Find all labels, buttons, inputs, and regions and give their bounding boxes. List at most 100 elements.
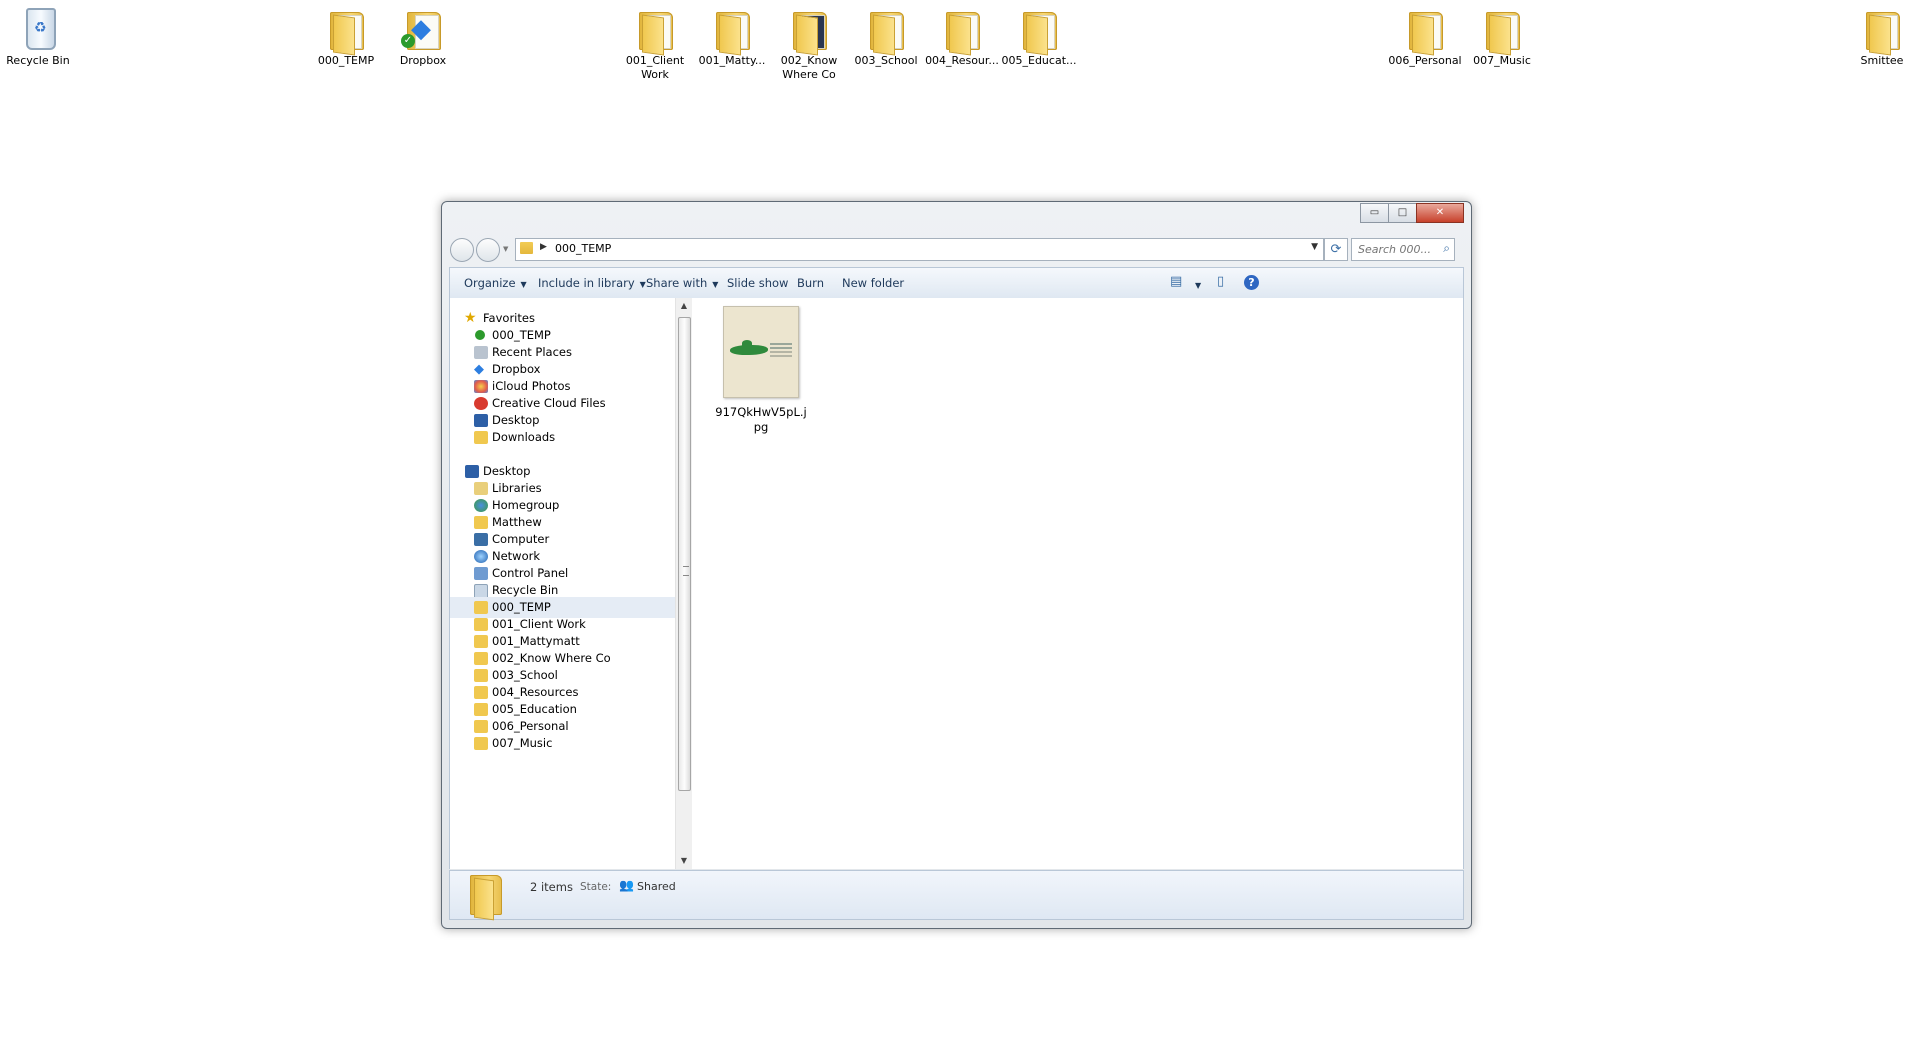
- scrollbar-thumb[interactable]: [678, 317, 691, 791]
- file-list[interactable]: 917QkHwV5pL.jpg: [692, 298, 1463, 869]
- forward-button[interactable]: [476, 238, 500, 262]
- navigation-pane: ★ Favorites 000_TEMP Recent Places ◆ Dro…: [450, 298, 675, 869]
- desktop-icon-label: 006_Personal: [1388, 54, 1462, 67]
- desktop-icon-label: 000_TEMP: [317, 54, 375, 67]
- desktop-icon-label: Smittee: [1860, 54, 1904, 67]
- address-bar[interactable]: ▶ 000_TEMP ▼: [515, 238, 1324, 261]
- creative-cloud-icon: [474, 397, 488, 410]
- folder-icon: [1023, 12, 1057, 56]
- desktop-icon-001-client-work[interactable]: 001_Client Work: [617, 6, 693, 82]
- sync-check-icon: ✓: [401, 34, 415, 48]
- new-folder-button[interactable]: New folder: [842, 276, 904, 290]
- desktop-icon-smittee[interactable]: Smittee: [1844, 6, 1920, 68]
- folder-icon: [716, 12, 750, 56]
- downloads-folder-icon: [474, 431, 488, 444]
- preview-pane-icon[interactable]: ▯: [1217, 274, 1224, 289]
- folder-icon: [1486, 12, 1520, 56]
- organize-menu[interactable]: Organize ▼: [464, 276, 527, 290]
- folder-icon: [474, 703, 488, 716]
- state-value: Shared: [637, 880, 676, 893]
- chevron-down-icon: ▼: [1195, 281, 1202, 290]
- slide-show-button[interactable]: Slide show: [727, 276, 788, 290]
- folder-icon: [474, 686, 488, 699]
- maximize-button[interactable]: □: [1388, 203, 1417, 223]
- desktop-icon-004-resources[interactable]: 004_Resour...: [924, 6, 1000, 68]
- desktop-icon-label: Recycle Bin: [6, 54, 70, 67]
- search-input[interactable]: [1356, 240, 1434, 259]
- grip-icon: [683, 566, 689, 576]
- address-history-dropdown-icon[interactable]: ▼: [1311, 242, 1318, 252]
- desktop-icon-recycle-bin[interactable]: Recycle Bin: [0, 6, 76, 68]
- search-icon[interactable]: ⌕: [1443, 241, 1450, 256]
- folder-icon: [474, 720, 488, 733]
- user-folder-icon: [474, 516, 488, 529]
- file-item[interactable]: 917QkHwV5pL.jpg: [713, 306, 809, 435]
- state-label: State:: [580, 881, 612, 893]
- recycle-bin-icon: [26, 8, 56, 50]
- homegroup-icon: [474, 499, 488, 512]
- command-bar: Organize ▼ Include in library ▼ Share with…: [449, 267, 1464, 299]
- organize-label: Organize: [464, 276, 516, 290]
- folder-icon: [330, 12, 364, 56]
- desktop-icon-label: 003_School: [854, 54, 918, 67]
- details-pane: 2 items State: 👥 Shared: [449, 870, 1464, 921]
- nav-label: Downloads: [492, 430, 556, 444]
- scroll-up-arrow-icon[interactable]: ▲: [676, 298, 692, 314]
- icloud-photos-icon: [474, 380, 488, 393]
- explorer-window: ▭ □ ✕ ▼ ▶ 000_TEMP ▼ ⟳ ⌕ Organize ▼ Inclu…: [441, 201, 1472, 929]
- desktop-icon-label: Dropbox: [399, 54, 447, 67]
- desktop-icon-005-education[interactable]: 005_Educat...: [1001, 6, 1077, 68]
- folder-icon: [474, 601, 488, 614]
- sync-check-icon: [475, 330, 485, 340]
- thumbnail-text-lines: [770, 343, 792, 345]
- chevron-down-icon: ▼: [712, 280, 719, 289]
- help-icon[interactable]: ?: [1244, 275, 1259, 290]
- burn-button[interactable]: Burn: [797, 276, 824, 290]
- share-with-menu[interactable]: Share with ▼: [646, 276, 718, 290]
- folder-icon: [870, 12, 904, 56]
- change-view-icon[interactable]: ▤: [1170, 274, 1182, 289]
- desktop-icon-001-mattymatt[interactable]: 001_Matty...: [694, 6, 770, 68]
- close-button[interactable]: ✕: [1416, 203, 1464, 223]
- breadcrumb-chevron-icon[interactable]: ▶: [540, 242, 547, 252]
- chevron-down-icon: ▼: [520, 280, 527, 289]
- folder-icon: [474, 635, 488, 648]
- desktop-icon-006-personal[interactable]: 006_Personal: [1387, 6, 1463, 68]
- computer-icon: [474, 533, 488, 546]
- refresh-button[interactable]: ⟳: [1324, 238, 1348, 261]
- minimize-button[interactable]: ▭: [1360, 203, 1389, 223]
- include-in-library-menu[interactable]: Include in library ▼: [538, 276, 646, 290]
- folder-icon: [474, 669, 488, 682]
- share-with-label: Share with: [646, 276, 708, 290]
- desktop-icon: [465, 465, 479, 478]
- view-options-dropdown[interactable]: ▼: [1190, 277, 1201, 291]
- back-button[interactable]: [450, 238, 474, 262]
- file-name: 917QkHwV5pL.jpg: [715, 405, 807, 434]
- desktop-icon-000-temp[interactable]: 000_TEMP: [308, 6, 384, 68]
- desktop-icon-003-school[interactable]: 003_School: [848, 6, 924, 68]
- recent-pages-dropdown-icon[interactable]: ▼: [503, 245, 508, 253]
- search-box[interactable]: ⌕: [1351, 238, 1455, 261]
- desktop-icon-label: 001_Matty...: [698, 54, 766, 67]
- image-thumbnail: [723, 306, 799, 398]
- network-icon: [474, 550, 488, 563]
- folder-icon: [639, 12, 673, 56]
- scroll-down-arrow-icon[interactable]: ▼: [676, 853, 692, 869]
- desktop-icon-dropbox[interactable]: ◆ ✓ Dropbox: [385, 6, 461, 68]
- chevron-down-icon: ▼: [639, 280, 646, 289]
- nav-item-downloads[interactable]: Downloads: [450, 427, 675, 448]
- navigation-pane-scrollbar[interactable]: ▲ ▼: [675, 298, 692, 869]
- breadcrumb-000-temp[interactable]: 000_TEMP: [555, 242, 611, 255]
- folder-icon: [793, 12, 827, 56]
- desktop-icon-label: 007_Music: [1473, 54, 1531, 67]
- folder-icon: [946, 12, 980, 56]
- include-in-library-label: Include in library: [538, 276, 635, 290]
- nav-label: 007_Music: [492, 736, 553, 750]
- nav-item-007-music[interactable]: 007_Music: [450, 733, 675, 754]
- folder-icon: [470, 875, 506, 921]
- item-count: 2 items: [530, 880, 573, 894]
- desktop-icon-007-music[interactable]: 007_Music: [1464, 6, 1540, 68]
- desktop-icon-label: 004_Resour...: [925, 54, 999, 67]
- explorer-content: ★ Favorites 000_TEMP Recent Places ◆ Dro…: [449, 298, 1464, 869]
- desktop-icon-002-know-where-co[interactable]: 002_Know Where Co: [771, 6, 847, 82]
